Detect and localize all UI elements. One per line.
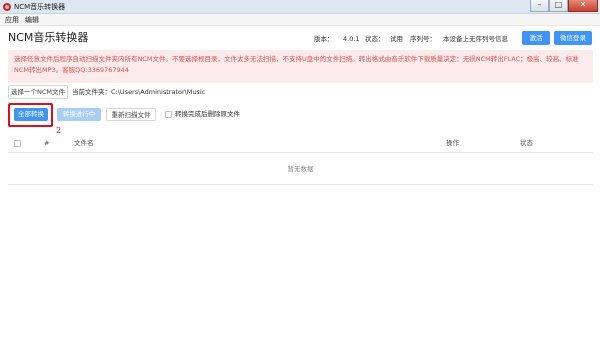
convert-all-button[interactable]: 全部转换 (14, 108, 48, 121)
close-button[interactable]: ✕ (568, 0, 598, 12)
maximize-button[interactable]: □ (549, 0, 568, 12)
window-titlebar: NCM音乐转换器 – □ ✕ (0, 0, 600, 14)
current-folder-label: 当前文件夹： (72, 88, 111, 96)
folder-selection-row: 选择一个NCM文件 当前文件夹：C:\Users\Administrator\M… (8, 85, 593, 99)
version-value: 4.0.1 (343, 35, 360, 43)
window-title: NCM音乐转换器 (14, 3, 66, 11)
status-value: 试用 (390, 35, 403, 43)
column-header-index: # (44, 139, 50, 147)
action-row: 全部转换 转换进行中 重新扫描文件 转换完成后删除原文件 2 (8, 103, 593, 135)
converting-button[interactable]: 转换进行中 (57, 108, 101, 121)
delete-after-label: 转换完成后删除原文件 (175, 110, 240, 118)
empty-state-text: 暂无数据 (287, 165, 314, 173)
app-header: NCM音乐转换器 版本： 4.0.1 状态： 试用 序列号： 本设备上无序列号信… (0, 27, 600, 50)
activate-button[interactable]: 激活 (522, 31, 550, 45)
column-header-filename: 文件名 (74, 139, 94, 147)
column-header-action: 操作 (446, 139, 459, 147)
file-table-header: # 文件名 操作 状态 (8, 133, 593, 153)
column-header-status: 状态 (520, 139, 533, 147)
serial-value: 本设备上无序列号信息 (443, 35, 508, 43)
select-all-checkbox[interactable] (14, 140, 21, 147)
version-label: 版本： (314, 35, 334, 43)
select-ncm-file-button[interactable]: 选择一个NCM文件 (8, 85, 68, 99)
notice-text: 选择任意文件后程序自动扫描文件夹内所有NCM文件。不要选择根目录，文件太多无法扫… (14, 55, 579, 74)
window-controls: – □ ✕ (530, 0, 598, 13)
delete-after-checkbox[interactable] (165, 111, 172, 118)
menu-item-edit[interactable]: 编辑 (25, 15, 39, 25)
status-label: 状态： (365, 35, 385, 43)
serial-label: 序列号： (410, 35, 436, 43)
notice-banner: 选择任意文件后程序自动扫描文件夹内所有NCM文件。不要选择根目录，文件太多无法扫… (8, 50, 593, 83)
app-logo-icon (3, 3, 11, 11)
minimize-button[interactable]: – (530, 0, 549, 12)
current-folder-display: 当前文件夹：C:\Users\Administrator\Music (72, 87, 205, 97)
rescan-files-button[interactable]: 重新扫描文件 (106, 108, 156, 121)
page-title: NCM音乐转换器 (8, 31, 89, 44)
wechat-login-button[interactable]: 微信登录 (554, 31, 592, 45)
menu-bar: 应用 编辑 (0, 14, 600, 26)
current-folder-path: C:\Users\Administrator\Music (111, 88, 206, 96)
menu-item-app[interactable]: 应用 (5, 15, 19, 25)
file-table-body: 暂无数据 (8, 153, 593, 185)
